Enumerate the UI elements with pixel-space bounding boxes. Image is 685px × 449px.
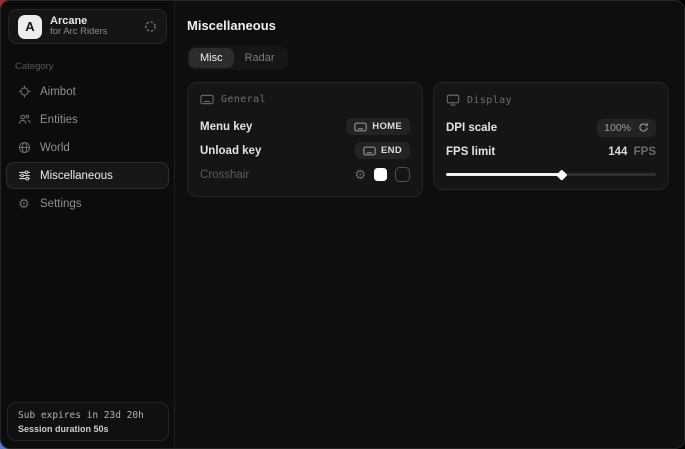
display-panel-header: Display bbox=[446, 94, 656, 106]
dpi-scale-label: DPI scale bbox=[446, 122, 497, 134]
sidebar-item-label: World bbox=[40, 142, 70, 154]
fps-limit-value-wrap: 144 FPS bbox=[608, 146, 656, 158]
crosshair-icon bbox=[17, 85, 31, 98]
dpi-scale-selector[interactable]: 100% bbox=[597, 119, 656, 137]
category-label: Category bbox=[15, 61, 174, 72]
sidebar-item-miscellaneous[interactable]: Miscellaneous bbox=[6, 162, 169, 189]
sidebar-item-entities[interactable]: Entities bbox=[6, 106, 169, 133]
fps-limit-unit: FPS bbox=[634, 146, 656, 158]
sidebar-nav: Aimbot Entities World bbox=[1, 78, 174, 217]
general-panel: General Menu key HOME Unload key bbox=[187, 82, 423, 197]
unload-key-row: Unload key END bbox=[200, 139, 410, 162]
display-panel: Display DPI scale 100% FPS limit bbox=[433, 82, 669, 190]
fps-limit-row: FPS limit 144 FPS bbox=[446, 140, 656, 163]
sidebar-item-aimbot[interactable]: Aimbot bbox=[6, 78, 169, 105]
panel-title: General bbox=[221, 94, 266, 105]
panels-row: General Menu key HOME Unload key bbox=[187, 82, 669, 197]
dpi-scale-value: 100% bbox=[604, 122, 631, 134]
gear-icon: ⚙ bbox=[17, 196, 31, 212]
monitor-icon bbox=[446, 94, 460, 106]
main-content: Miscellaneous Misc Radar General Menu ke… bbox=[175, 1, 684, 448]
panel-title: Display bbox=[467, 95, 512, 106]
brand-text: Arcane for Arc Riders bbox=[50, 15, 108, 39]
general-panel-header: General bbox=[200, 94, 410, 105]
cheat-menu-window: A Arcane for Arc Riders Category Aimbot bbox=[0, 0, 685, 449]
unload-key-bind-button[interactable]: END bbox=[355, 142, 410, 159]
menu-key-label: Menu key bbox=[200, 121, 252, 133]
sidebar-item-label: Entities bbox=[40, 114, 78, 126]
sidebar-item-world[interactable]: World bbox=[6, 134, 169, 161]
refresh-icon[interactable] bbox=[638, 122, 649, 133]
keyboard-icon bbox=[363, 146, 376, 156]
brand-card: A Arcane for Arc Riders bbox=[8, 9, 167, 44]
fps-slider-fill bbox=[446, 173, 562, 176]
fps-slider-thumb[interactable] bbox=[556, 169, 567, 180]
dpi-scale-row: DPI scale 100% bbox=[446, 116, 656, 139]
crosshair-checkbox[interactable] bbox=[395, 167, 410, 182]
fps-limit-slider[interactable] bbox=[446, 170, 656, 179]
sidebar-item-label: Settings bbox=[40, 198, 82, 210]
menu-key-value: HOME bbox=[372, 121, 402, 132]
crosshair-color-swatch[interactable] bbox=[374, 168, 387, 181]
sidebar: A Arcane for Arc Riders Category Aimbot bbox=[1, 1, 175, 448]
crosshair-row: Crosshair ⚙ bbox=[200, 163, 410, 186]
keyboard-icon bbox=[354, 122, 367, 132]
entities-icon bbox=[17, 113, 31, 126]
fps-limit-label: FPS limit bbox=[446, 146, 495, 158]
crosshair-controls: ⚙ bbox=[354, 167, 410, 182]
crosshair-settings-gear-icon[interactable]: ⚙ bbox=[354, 168, 366, 181]
sidebar-item-settings[interactable]: ⚙ Settings bbox=[6, 190, 169, 217]
unload-key-value: END bbox=[381, 145, 402, 156]
sub-expiry-text: Sub expires in 23d 20h bbox=[18, 410, 158, 421]
avatar: A bbox=[18, 15, 42, 39]
sliders-icon bbox=[17, 169, 31, 182]
tab-bar: Misc Radar bbox=[187, 46, 288, 70]
fps-limit-value: 144 bbox=[608, 146, 627, 158]
page-title: Miscellaneous bbox=[187, 18, 669, 33]
menu-key-row: Menu key HOME bbox=[200, 115, 410, 138]
session-duration-text: Session duration 50s bbox=[18, 424, 158, 434]
globe-icon bbox=[17, 141, 31, 154]
tab-radar[interactable]: Radar bbox=[234, 48, 286, 68]
crosshair-label: Crosshair bbox=[200, 169, 249, 181]
unload-key-label: Unload key bbox=[200, 145, 261, 157]
keyboard-icon bbox=[200, 94, 214, 105]
app-subtitle: for Arc Riders bbox=[50, 27, 108, 38]
subscription-info-box: Sub expires in 23d 20h Session duration … bbox=[7, 402, 169, 441]
menu-key-bind-button[interactable]: HOME bbox=[346, 118, 410, 135]
sidebar-item-label: Miscellaneous bbox=[40, 170, 113, 182]
dashed-circle-icon[interactable] bbox=[144, 20, 157, 33]
sidebar-item-label: Aimbot bbox=[40, 86, 76, 98]
tab-misc[interactable]: Misc bbox=[189, 48, 234, 68]
